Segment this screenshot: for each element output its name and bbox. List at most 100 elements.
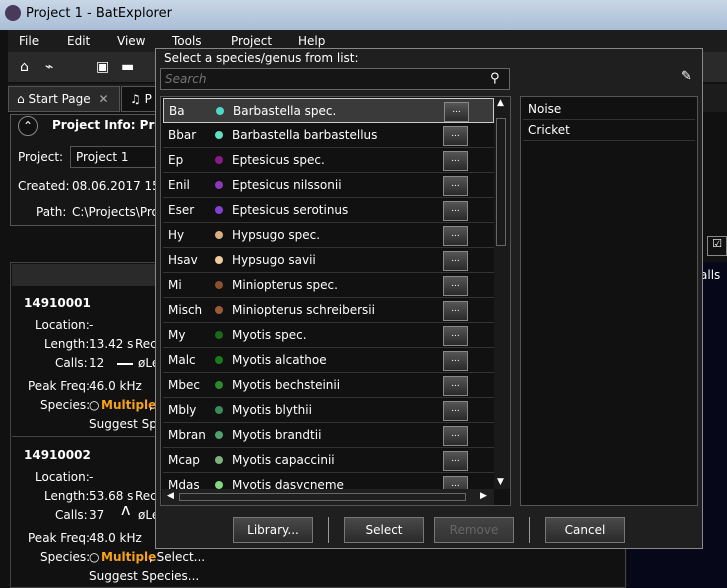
item-label: Noise — [528, 102, 562, 116]
species-details-button[interactable]: ... — [443, 326, 468, 346]
species-value[interactable]: Multiple — [101, 398, 156, 412]
species-row[interactable]: Misch Miniopterus schreibersii ... — [163, 298, 494, 323]
menu-file[interactable]: File — [19, 34, 39, 48]
remove-button[interactable]: Remove — [434, 517, 514, 543]
species-details-button[interactable]: ... — [443, 226, 468, 246]
species-details-button[interactable]: ... — [443, 276, 468, 296]
species-row[interactable]: Mbly Myotis blythii ... — [163, 398, 494, 423]
species-row[interactable]: Mi Miniopterus spec. ... — [163, 273, 494, 298]
cancel-button[interactable]: Cancel — [545, 517, 625, 543]
species-name: Eptesicus serotinus — [232, 203, 349, 217]
check-view-icon[interactable]: ☑ — [707, 236, 727, 256]
species-row[interactable]: Hy Hypsugo spec. ... — [163, 223, 494, 248]
species-row[interactable]: Eser Eptesicus serotinus ... — [163, 198, 494, 223]
menu-view[interactable]: View — [117, 34, 145, 48]
species-abbr: Mi — [168, 278, 182, 292]
scroll-left-icon[interactable]: ◀ — [167, 491, 174, 501]
species-details-button[interactable]: ... — [443, 351, 468, 371]
search-input[interactable] — [160, 68, 510, 90]
suggest-species-link[interactable]: Suggest Species... — [89, 569, 199, 583]
close-icon[interactable]: ✕ — [98, 92, 108, 106]
edit-pencil-icon[interactable]: ✎ — [681, 69, 692, 84]
species-row[interactable]: My Myotis spec. ... — [163, 323, 494, 348]
menu-tools[interactable]: Tools — [172, 34, 202, 48]
species-details-button[interactable]: ... — [443, 451, 468, 471]
select-button[interactable]: Select — [344, 517, 424, 543]
species-row[interactable]: Ba Barbastella spec. ... — [163, 98, 494, 123]
species-details-button[interactable]: ... — [443, 251, 468, 271]
species-row[interactable]: Hsav Hypsugo savii ... — [163, 248, 494, 273]
app-icon — [5, 5, 21, 21]
species-abbr: Enil — [168, 178, 190, 192]
tab-label: Start Page — [28, 92, 91, 106]
species-abbr: Mbran — [168, 428, 206, 442]
species-details-button[interactable]: ... — [443, 376, 468, 396]
species-details-button[interactable]: ... — [443, 426, 468, 446]
species-details-button[interactable]: ... — [443, 301, 468, 321]
project-file-icon: ♫ — [130, 92, 141, 106]
menu-edit[interactable]: Edit — [67, 34, 90, 48]
horizontal-scroll-thumb[interactable] — [179, 493, 466, 501]
recording-id: 14910002 — [24, 448, 91, 462]
species-row[interactable]: Malc Myotis alcathoe ... — [163, 348, 494, 373]
home-icon[interactable]: ⌂ — [20, 59, 29, 75]
calls-column-text: alls , — [700, 268, 721, 296]
species-row[interactable]: Enil Eptesicus nilssonii ... — [163, 173, 494, 198]
species-row[interactable]: Mcap Myotis capaccinii ... — [163, 448, 494, 473]
species-abbr: Hy — [168, 228, 185, 242]
vertical-scroll-thumb[interactable] — [496, 118, 506, 246]
folder-icon[interactable]: ▬ — [121, 59, 134, 75]
radio-icon[interactable]: ○ — [89, 398, 99, 412]
radio-icon[interactable]: ○ — [89, 550, 99, 564]
project-name-value: Project 1 — [76, 150, 129, 164]
species-abbr: Mbly — [168, 403, 197, 417]
library-button[interactable]: Library... — [233, 517, 313, 543]
species-name: Hypsugo savii — [232, 253, 316, 267]
project-name-input[interactable]: Project 1 — [70, 146, 160, 168]
location-value: - — [89, 470, 94, 484]
location-label: Location: — [35, 470, 90, 484]
suggest-species-link[interactable]: Suggest Spe — [89, 417, 164, 431]
species-select-link[interactable]: , Select... — [149, 550, 205, 564]
menu-project[interactable]: Project — [231, 34, 272, 48]
scroll-up-icon[interactable]: ▲ — [497, 98, 504, 108]
species-details-button[interactable]: ... — [443, 151, 468, 171]
species-details-button[interactable]: ... — [443, 201, 468, 221]
search-icon[interactable]: ⚲ — [490, 71, 500, 86]
species-abbr: Eser — [168, 203, 195, 217]
recording-id: 14910001 — [24, 296, 91, 310]
species-details-button[interactable]: ... — [443, 401, 468, 421]
species-abbr: Mcap — [168, 453, 200, 467]
species-details-button[interactable]: ... — [443, 126, 468, 146]
species-row[interactable]: Ep Eptesicus spec. ... — [163, 148, 494, 173]
new-project-icon[interactable]: ▣ — [96, 59, 109, 75]
species-details-button[interactable]: ... — [444, 102, 469, 122]
species-value[interactable]: Multiple — [101, 550, 156, 564]
species-row[interactable]: Bbar Barbastella barbastellus ... — [163, 123, 494, 148]
species-label: Species: — [40, 398, 91, 412]
species-color-dot — [215, 206, 223, 214]
home-icon: ⌂ — [17, 92, 25, 106]
species-name: Barbastella barbastellus — [232, 128, 378, 142]
species-label: Species: — [40, 550, 91, 564]
species-color-dot — [215, 306, 223, 314]
peak-freq-label: Peak Freq: — [28, 531, 91, 545]
scroll-right-icon[interactable]: ▶ — [480, 491, 487, 501]
scroll-down-icon[interactable]: ▼ — [497, 477, 504, 487]
collapse-icon[interactable]: ⌃ — [18, 116, 38, 136]
menu-help[interactable]: Help — [298, 34, 325, 48]
species-row[interactable]: Mbec Myotis bechsteinii ... — [163, 373, 494, 398]
species-color-dot — [215, 481, 223, 489]
species-row[interactable]: Mbran Myotis brandtii ... — [163, 423, 494, 448]
species-details-button[interactable]: ... — [443, 176, 468, 196]
tab-start-page[interactable]: ⌂ Start Page ✕ — [8, 86, 120, 112]
bat-icon[interactable]: ⌁ — [45, 59, 53, 75]
rec-label: Rec — [135, 489, 157, 503]
species-abbr: Ep — [168, 153, 184, 167]
species-name: Hypsugo spec. — [232, 228, 321, 242]
species-abbr: Misch — [168, 303, 203, 317]
window-title: Project 1 - BatExplorer — [26, 6, 172, 21]
location-value: - — [89, 318, 94, 332]
list-item-noise[interactable]: Noise — [523, 99, 695, 120]
list-item-cricket[interactable]: Cricket — [523, 120, 695, 141]
